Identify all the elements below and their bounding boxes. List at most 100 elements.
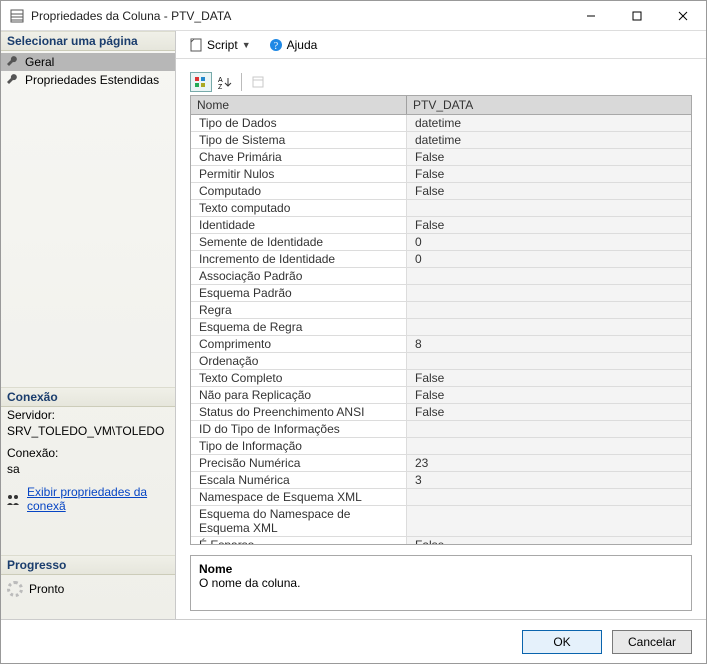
categorized-view-button[interactable]	[190, 72, 212, 92]
sidebar-item-label: Propriedades Estendidas	[25, 73, 159, 87]
property-name: Precisão Numérica	[191, 455, 407, 471]
property-row[interactable]: Esquema de Regra	[191, 319, 691, 336]
property-row[interactable]: Semente de Identidade0	[191, 234, 691, 251]
alphabetical-view-button[interactable]: AZ	[214, 72, 236, 92]
property-row[interactable]: Esquema Padrão	[191, 285, 691, 302]
property-value[interactable]	[407, 302, 691, 318]
titlebar[interactable]: Propriedades da Coluna - PTV_DATA	[1, 1, 706, 31]
property-value[interactable]: 23	[407, 455, 691, 471]
server-label: Servidor:	[1, 407, 175, 423]
property-value[interactable]: False	[407, 149, 691, 165]
property-value[interactable]: 0	[407, 234, 691, 250]
property-value[interactable]	[407, 489, 691, 505]
property-row[interactable]: Texto CompletoFalse	[191, 370, 691, 387]
property-row[interactable]: Chave PrimáriaFalse	[191, 149, 691, 166]
sidebar-item-extended-props[interactable]: Propriedades Estendidas	[1, 71, 175, 89]
property-row[interactable]: IdentidadeFalse	[191, 217, 691, 234]
script-button[interactable]: Script ▼	[182, 35, 258, 55]
property-value[interactable]	[407, 285, 691, 301]
header-name-cell: Nome	[191, 96, 407, 114]
property-name: Identidade	[191, 217, 407, 233]
property-pages-button	[247, 72, 269, 92]
maximize-button[interactable]	[614, 1, 660, 30]
property-value[interactable]	[407, 506, 691, 536]
connection-props-icon	[7, 493, 21, 505]
cancel-button[interactable]: Cancelar	[612, 630, 692, 654]
property-row[interactable]: Tipo de Informação	[191, 438, 691, 455]
property-value[interactable]: datetime	[407, 115, 691, 131]
connection-header: Conexão	[1, 387, 175, 407]
content-area: AZ Nome PTV_DATA Tipo de DadosdatetimeTi…	[176, 59, 706, 619]
connection-value: sa	[1, 461, 175, 477]
wrench-icon	[7, 56, 19, 68]
toolbar: Script ▼ ? Ajuda	[176, 31, 706, 59]
property-value[interactable]: False	[407, 217, 691, 233]
page-list: Geral Propriedades Estendidas	[1, 51, 175, 91]
description-panel: Nome O nome da coluna.	[190, 555, 692, 611]
property-value[interactable]: False	[407, 387, 691, 403]
progress-header: Progresso	[1, 555, 175, 575]
property-value[interactable]: 8	[407, 336, 691, 352]
property-row[interactable]: Tipo de Sistemadatetime	[191, 132, 691, 149]
property-grid[interactable]: Nome PTV_DATA Tipo de DadosdatetimeTipo …	[190, 95, 692, 545]
property-row[interactable]: Incremento de Identidade0	[191, 251, 691, 268]
property-name: Permitir Nulos	[191, 166, 407, 182]
property-row[interactable]: Namespace de Esquema XML	[191, 489, 691, 506]
property-row[interactable]: Não para ReplicaçãoFalse	[191, 387, 691, 404]
property-row[interactable]: Esquema do Namespace de Esquema XML	[191, 506, 691, 537]
property-name: Regra	[191, 302, 407, 318]
property-row[interactable]: Ordenação	[191, 353, 691, 370]
script-label: Script	[207, 38, 238, 52]
property-value[interactable]: 3	[407, 472, 691, 488]
property-row[interactable]: Status do Preenchimento ANSIFalse	[191, 404, 691, 421]
property-value[interactable]: False	[407, 166, 691, 182]
property-row[interactable]: Precisão Numérica23	[191, 455, 691, 472]
window-controls	[568, 1, 706, 30]
property-row[interactable]: ComputadoFalse	[191, 183, 691, 200]
property-row[interactable]: Escala Numérica3	[191, 472, 691, 489]
progress-spinner-icon	[7, 581, 23, 597]
sidebar-item-general[interactable]: Geral	[1, 53, 175, 71]
property-row[interactable]: ID do Tipo de Informações	[191, 421, 691, 438]
ok-button[interactable]: OK	[522, 630, 602, 654]
property-row[interactable]: Permitir NulosFalse	[191, 166, 691, 183]
wrench-icon	[7, 74, 19, 86]
dialog-body: Selecionar uma página Geral Propriedades…	[1, 31, 706, 619]
property-value[interactable]	[407, 319, 691, 335]
property-value[interactable]: 0	[407, 251, 691, 267]
property-row[interactable]: Regra	[191, 302, 691, 319]
property-value[interactable]	[407, 353, 691, 369]
property-value[interactable]: False	[407, 370, 691, 386]
header-value-cell: PTV_DATA	[407, 96, 691, 114]
property-row[interactable]: É EsparsoFalse	[191, 537, 691, 545]
property-row[interactable]: Comprimento8	[191, 336, 691, 353]
close-button[interactable]	[660, 1, 706, 30]
property-row[interactable]: Tipo de Dadosdatetime	[191, 115, 691, 132]
minimize-button[interactable]	[568, 1, 614, 30]
app-icon	[9, 8, 25, 24]
property-row[interactable]: Texto computado	[191, 200, 691, 217]
property-value[interactable]	[407, 438, 691, 454]
property-name: Status do Preenchimento ANSI	[191, 404, 407, 420]
property-name: Tipo de Informação	[191, 438, 407, 454]
description-text: O nome da coluna.	[199, 576, 683, 590]
property-row[interactable]: Associação Padrão	[191, 268, 691, 285]
property-value[interactable]	[407, 200, 691, 216]
property-value[interactable]: False	[407, 404, 691, 420]
property-value[interactable]: datetime	[407, 132, 691, 148]
property-name: Esquema de Regra	[191, 319, 407, 335]
sidebar: Selecionar uma página Geral Propriedades…	[1, 31, 176, 619]
property-value[interactable]: False	[407, 537, 691, 545]
property-value[interactable]	[407, 268, 691, 284]
help-button[interactable]: ? Ajuda	[262, 35, 325, 55]
propgrid-toolbar: AZ	[190, 71, 692, 93]
script-icon	[189, 38, 203, 52]
property-name: Chave Primária	[191, 149, 407, 165]
view-connection-props-link[interactable]: Exibir propriedades da conexã	[27, 485, 169, 513]
property-value[interactable]	[407, 421, 691, 437]
help-label: Ajuda	[287, 38, 318, 52]
property-name: Associação Padrão	[191, 268, 407, 284]
property-name: Ordenação	[191, 353, 407, 369]
window-title: Propriedades da Coluna - PTV_DATA	[31, 9, 568, 23]
property-value[interactable]: False	[407, 183, 691, 199]
